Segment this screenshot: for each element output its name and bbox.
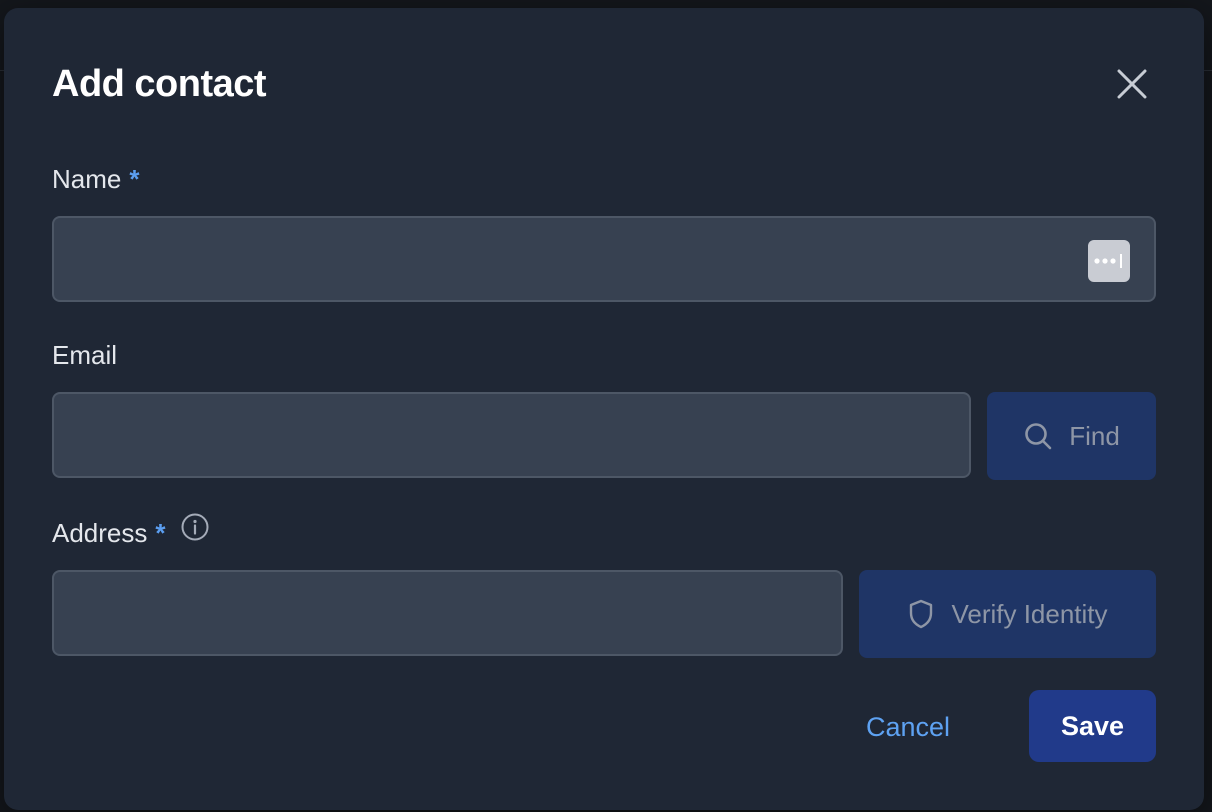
address-label: Address * [52,513,210,548]
cancel-button[interactable]: Cancel [866,712,950,742]
required-marker: * [155,518,166,548]
verify-identity-label: Verify Identity [951,598,1108,629]
email-label-text: Email [52,340,118,370]
save-button[interactable]: Save [1029,690,1156,762]
close-icon [1117,69,1147,99]
name-label-text: Name [52,164,122,194]
shield-icon [910,599,933,629]
email-input[interactable] [52,392,971,478]
password-manager-button[interactable] [1088,240,1130,282]
find-button-label: Find [1069,420,1120,451]
close-button[interactable] [1112,64,1152,104]
required-marker: * [129,164,140,194]
info-icon[interactable] [180,512,210,542]
search-icon [1025,423,1052,450]
verify-identity-button[interactable]: Verify Identity [859,570,1156,658]
save-button-label: Save [1060,710,1125,741]
name-input[interactable] [52,216,1156,302]
dialog-title: Add contact [52,63,267,105]
add-contact-dialog: Add contact Name * Email Find Address * … [4,8,1204,810]
name-label: Name * [52,164,139,194]
password-manager-icon [1094,254,1122,268]
address-input[interactable] [52,570,843,656]
find-button[interactable]: Find [987,392,1156,480]
email-label: Email [52,340,117,370]
address-label-text: Address [52,518,148,548]
